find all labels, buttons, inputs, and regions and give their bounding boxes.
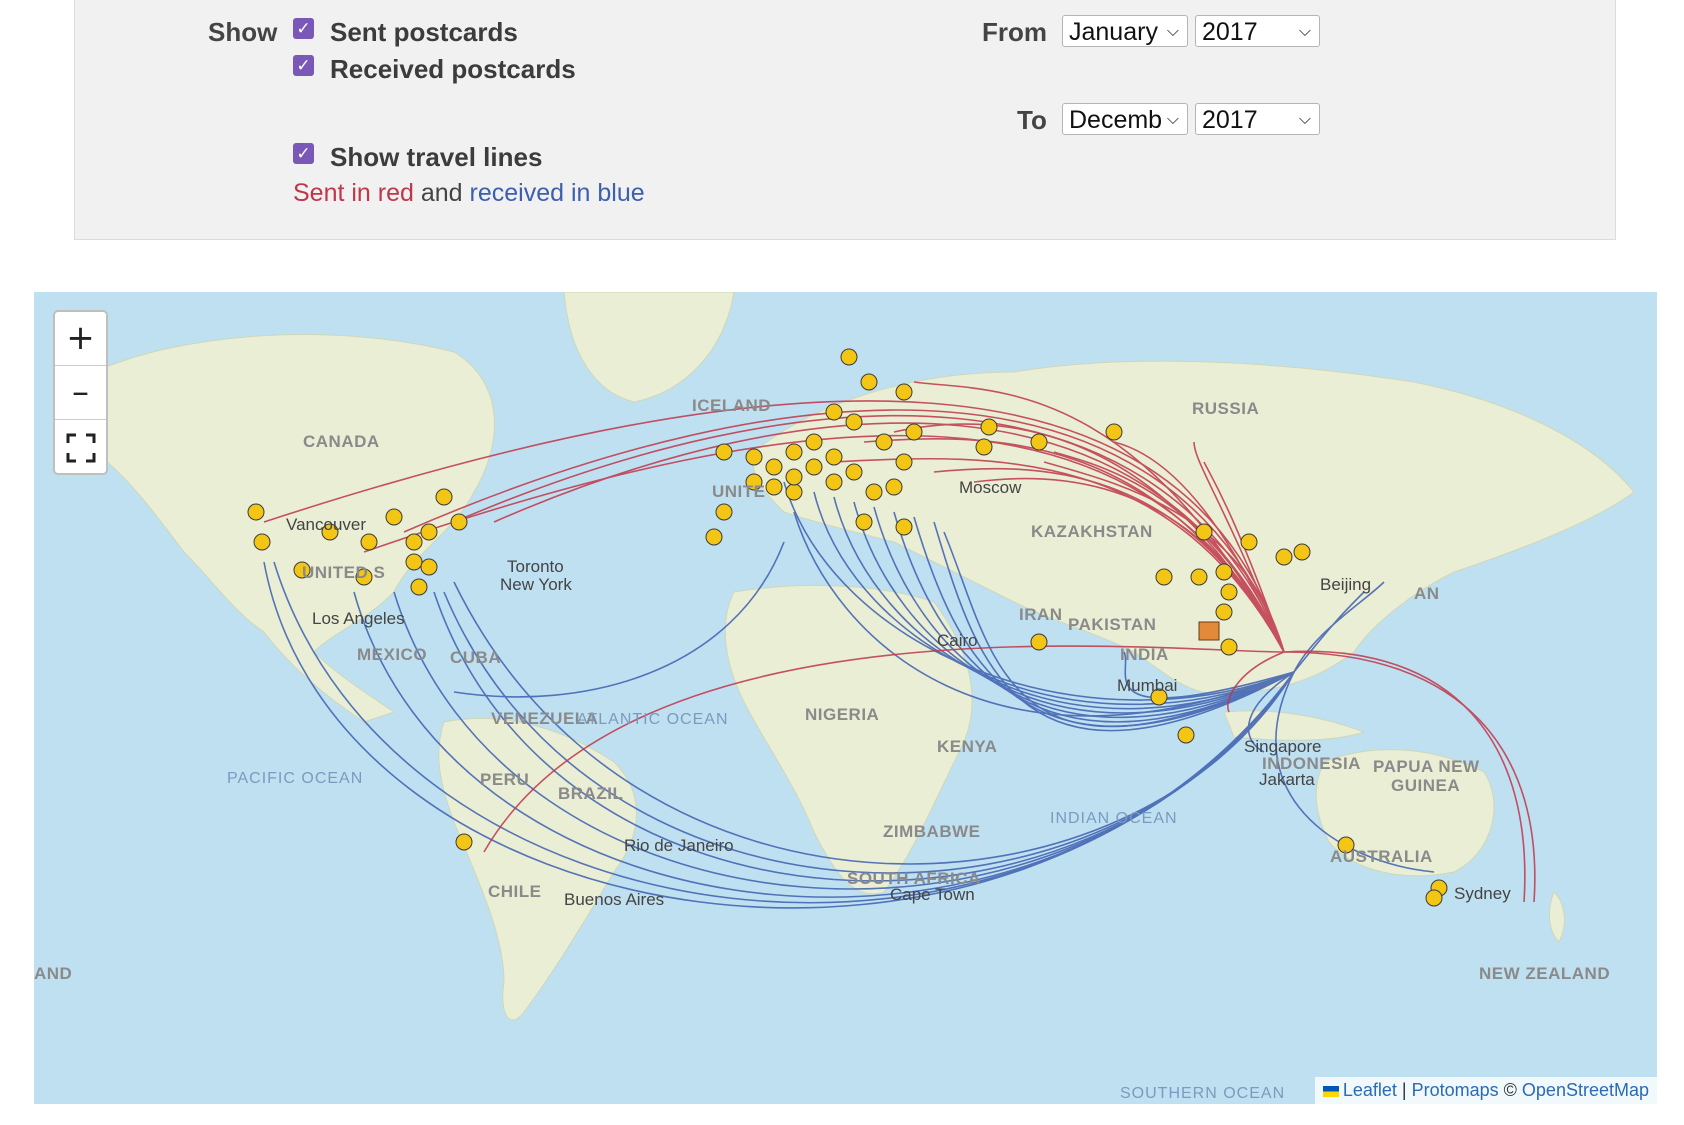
city-cape-town: Cape Town [890, 885, 975, 904]
chevron-down-icon: ⌵ [1166, 23, 1179, 40]
city-cairo: Cairo [937, 631, 978, 650]
received-postcards-label: Received postcards [330, 54, 576, 84]
label-nigeria: NIGERIA [805, 705, 880, 724]
legend-received: received in blue [469, 179, 645, 207]
label-peru: PERU [480, 770, 530, 789]
to-month-value: December [1069, 106, 1163, 134]
from-month-value: January [1069, 18, 1158, 46]
label-land-edge: AND [34, 964, 73, 983]
label-indian-ocean: INDIAN OCEAN [1050, 810, 1178, 827]
to-year-select[interactable]: 2017 ⌵ [1195, 103, 1320, 135]
label-india: INDIA [1120, 645, 1169, 664]
from-month-select[interactable]: January ⌵ [1062, 15, 1188, 47]
ukraine-flag-icon [1322, 1086, 1339, 1097]
chevron-down-icon: ⌵ [1166, 111, 1179, 128]
attribution-separator: | [1401, 1080, 1407, 1100]
label-australia: AUSTRALIA [1330, 847, 1433, 866]
label-canada: CANADA [303, 432, 380, 451]
city-mumbai: Mumbai [1117, 676, 1178, 695]
label-russia: RUSSIA [1192, 399, 1260, 418]
label-japan: AN [1414, 584, 1440, 603]
label-papua: PAPUA NEW [1373, 757, 1480, 776]
city-new-york: New York [500, 575, 572, 594]
from-label: From [982, 17, 1047, 47]
sent-postcards-checkbox[interactable]: ✓ [293, 18, 314, 39]
leaflet-link[interactable]: Leaflet [1343, 1080, 1397, 1100]
copyright-symbol: © [1503, 1080, 1517, 1100]
africa-land [724, 584, 973, 895]
from-year-select[interactable]: 2017 ⌵ [1195, 15, 1320, 47]
legend-sent: Sent in red [293, 179, 414, 207]
label-zimbabwe: ZIMBABWE [883, 822, 981, 841]
city-beijing: Beijing [1320, 575, 1372, 594]
map-base-layer [93, 292, 1635, 1021]
label-iran: IRAN [1019, 605, 1063, 624]
city-moscow: Moscow [959, 478, 1022, 497]
zoom-in-button[interactable]: + [55, 312, 106, 366]
home-icon [1198, 621, 1220, 641]
show-label: Show [208, 17, 278, 47]
world-map[interactable]: RUSSIA CANADA ICELAND UNITE KAZAKHSTAN P… [34, 292, 1657, 1104]
line-color-legend: Sent in red and received in blue [293, 179, 645, 208]
city-singapore: Singapore [1244, 737, 1322, 756]
label-chile: CHILE [488, 882, 542, 901]
label-southern-ocean: SOUTHERN OCEAN [1120, 1085, 1286, 1102]
received-postcards-checkbox[interactable]: ✓ [293, 55, 314, 76]
protomaps-link[interactable]: Protomaps [1412, 1080, 1499, 1100]
to-month-select[interactable]: December ⌵ [1062, 103, 1188, 135]
fullscreen-button[interactable] [55, 420, 106, 473]
to-year-value: 2017 [1202, 106, 1258, 134]
label-new-zealand: NEW ZEALAND [1479, 964, 1611, 983]
city-vancouver: Vancouver [286, 515, 367, 534]
label-united-states: UNITED S [302, 563, 386, 582]
south-america-land [438, 717, 637, 1021]
from-year-value: 2017 [1202, 18, 1258, 46]
label-mexico: MEXICO [357, 645, 428, 664]
travel-lines-checkbox[interactable]: ✓ [293, 143, 314, 164]
city-toronto: Toronto [507, 557, 564, 576]
label-united-kingdom: UNITE [712, 482, 766, 501]
zoom-control: + – [53, 310, 108, 475]
fullscreen-icon [66, 433, 95, 462]
city-buenos-aires: Buenos Aires [564, 890, 665, 909]
legend-and: and [420, 179, 463, 207]
city-sydney: Sydney [1454, 884, 1511, 903]
label-kazakhstan: KAZAKHSTAN [1031, 522, 1153, 541]
label-brazil: BRAZIL [558, 784, 624, 803]
label-cuba: CUBA [450, 648, 502, 667]
label-atlantic-ocean: ATLANTIC OCEAN [577, 711, 729, 728]
zoom-out-button[interactable]: – [55, 366, 106, 420]
new-zealand-land [1548, 891, 1565, 943]
travel-lines-label: Show travel lines [330, 142, 543, 172]
city-jakarta: Jakarta [1259, 770, 1315, 789]
label-pakistan: PAKISTAN [1068, 615, 1157, 634]
to-label: To [1017, 105, 1047, 135]
indonesia-land [1223, 710, 1366, 741]
chevron-down-icon: ⌵ [1298, 111, 1311, 128]
label-guinea: GUINEA [1391, 776, 1461, 795]
label-pacific-ocean: PACIFIC OCEAN [227, 770, 364, 787]
label-kenya: KENYA [937, 737, 998, 756]
chevron-down-icon: ⌵ [1298, 23, 1311, 40]
city-los-angeles: Los Angeles [312, 609, 405, 628]
openstreetmap-link[interactable]: OpenStreetMap [1522, 1080, 1649, 1100]
sent-postcards-label: Sent postcards [330, 17, 518, 47]
greenland-land [563, 292, 735, 403]
label-iceland: ICELAND [692, 396, 772, 415]
map-attribution: Leaflet | Protomaps © OpenStreetMap [1314, 1077, 1657, 1104]
city-rio-de-janeiro: Rio de Janeiro [624, 836, 734, 855]
